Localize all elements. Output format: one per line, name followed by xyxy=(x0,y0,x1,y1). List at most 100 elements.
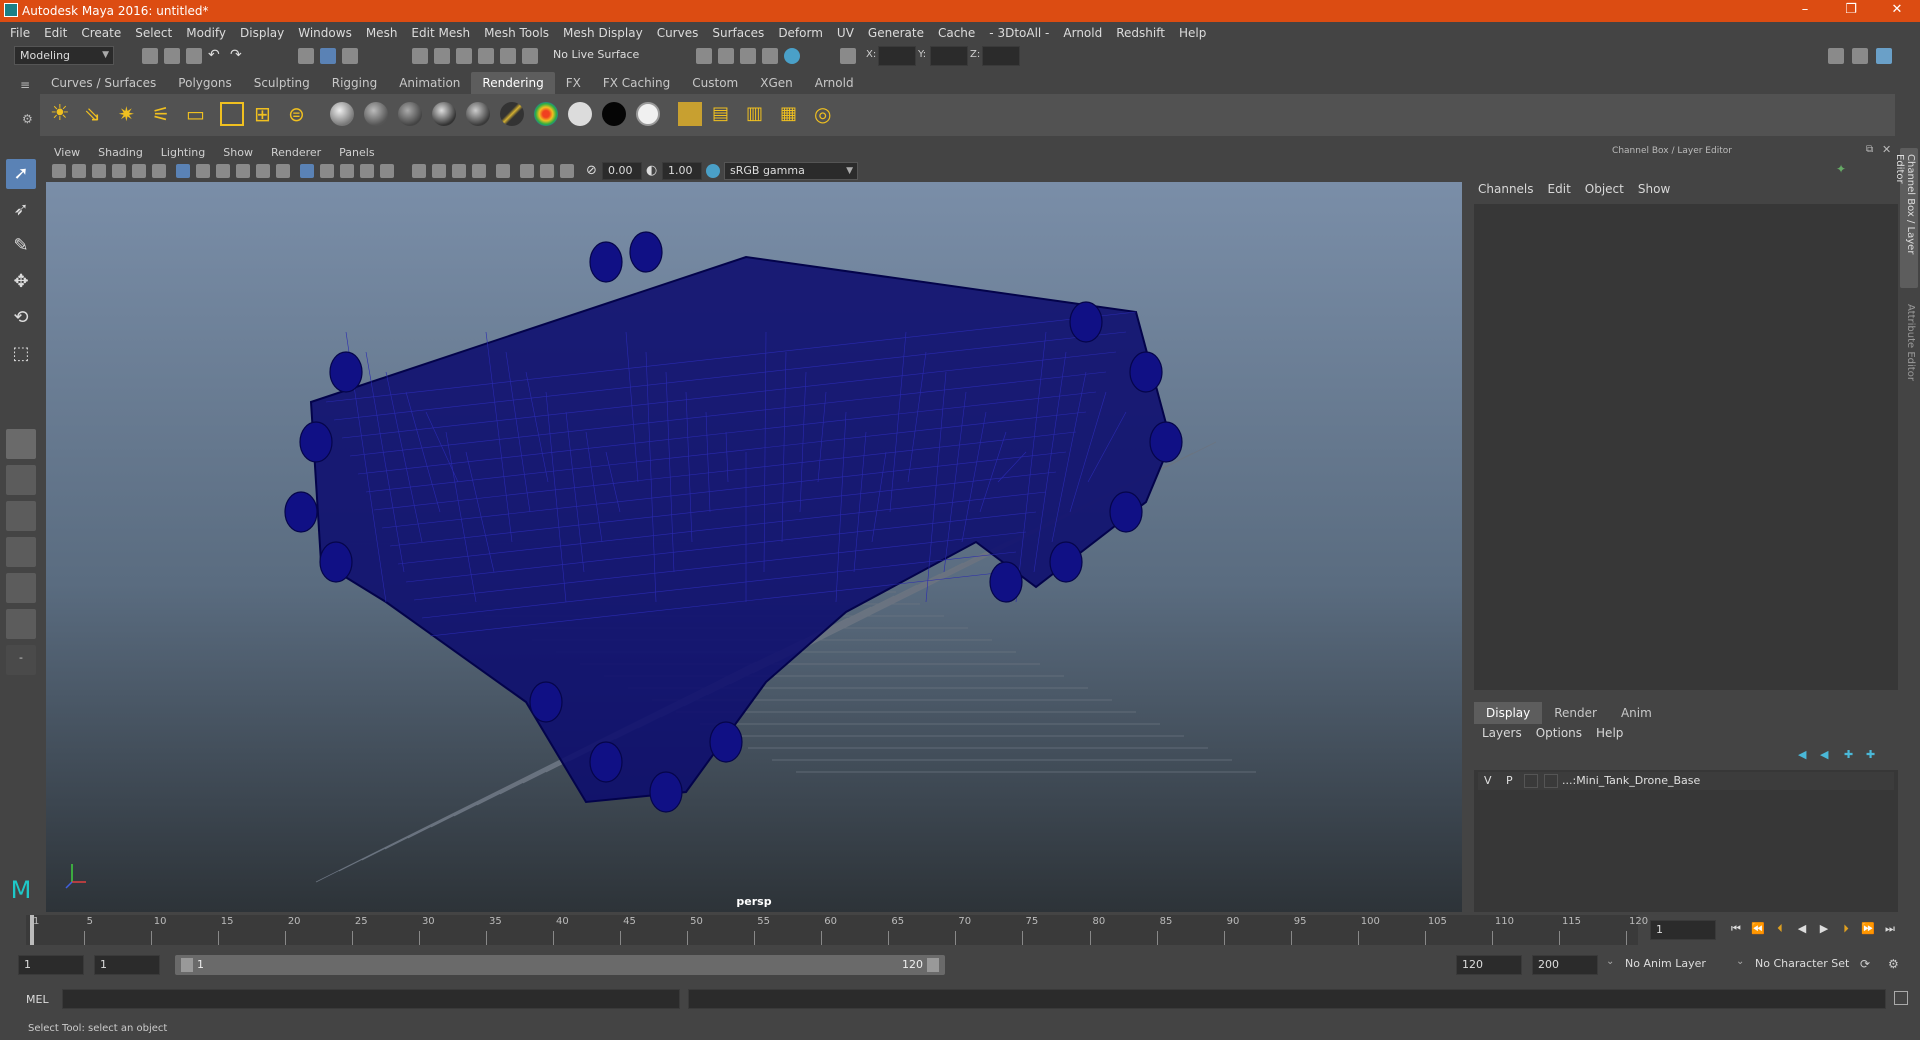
range-slider[interactable]: 1 120 xyxy=(175,955,945,975)
camera-icon[interactable] xyxy=(52,164,66,178)
isolate-select-icon[interactable] xyxy=(496,164,510,178)
range-end-handle[interactable] xyxy=(927,958,939,972)
blinn-material-icon[interactable] xyxy=(330,102,354,126)
persp-outliner-layout-icon[interactable] xyxy=(6,501,36,531)
layer-menu-help[interactable]: Help xyxy=(1596,726,1623,740)
play-forward-icon[interactable]: ▶ xyxy=(1813,922,1835,936)
playback-end-field[interactable]: 120 xyxy=(1456,955,1522,975)
shelf-tab-animation[interactable]: Animation xyxy=(388,72,471,94)
four-view-layout-icon[interactable] xyxy=(6,465,36,495)
magnet-icon[interactable] xyxy=(522,48,538,64)
channel-box-option-icon[interactable]: ✦ xyxy=(1836,162,1852,178)
open-scene-icon[interactable] xyxy=(164,48,180,64)
menu-edit[interactable]: Edit xyxy=(44,26,67,40)
smooth-shade-icon[interactable] xyxy=(320,164,334,178)
film-gate-icon[interactable] xyxy=(196,164,210,178)
anisotropic-material-icon[interactable] xyxy=(466,102,490,126)
cb-menu-object[interactable]: Object xyxy=(1585,182,1624,196)
xray-components-icon[interactable] xyxy=(560,164,574,178)
menu-set-dropdown[interactable]: Modeling ▼ xyxy=(14,46,114,65)
wireframe-icon[interactable] xyxy=(300,164,314,178)
command-language-label[interactable]: MEL xyxy=(26,993,49,1006)
select-component-icon[interactable] xyxy=(342,48,358,64)
menu-curves[interactable]: Curves xyxy=(657,26,699,40)
new-layer-from-selection-icon[interactable]: ✚ xyxy=(1866,748,1882,764)
attribute-editor-toggle-icon[interactable] xyxy=(1852,48,1868,64)
image-plane-icon[interactable] xyxy=(112,164,126,178)
layer-tab-display[interactable]: Display xyxy=(1474,702,1543,724)
x-coord-field[interactable] xyxy=(878,46,916,66)
render-target-icon[interactable]: ◎ xyxy=(814,102,838,126)
viewport-menu-renderer[interactable]: Renderer xyxy=(271,146,321,159)
side-tab-attribute-editor[interactable]: Attribute Editor xyxy=(1900,298,1918,398)
viewport-menu-lighting[interactable]: Lighting xyxy=(161,146,205,159)
auto-key-icon[interactable]: ⟳ xyxy=(1860,957,1876,973)
save-scene-icon[interactable] xyxy=(186,48,202,64)
menu-modify[interactable]: Modify xyxy=(186,26,226,40)
shelf-tab-polygons[interactable]: Polygons xyxy=(167,72,242,94)
layer-menu-options[interactable]: Options xyxy=(1536,726,1582,740)
z-coord-field[interactable] xyxy=(982,46,1020,66)
exposure-field[interactable]: 0.00 xyxy=(602,162,642,180)
render-settings-shelf-icon[interactable] xyxy=(678,102,702,126)
play-backward-icon[interactable]: ◀ xyxy=(1791,922,1813,936)
shelf-tab-arnold[interactable]: Arnold xyxy=(804,72,865,94)
shelf-tab-fx-caching[interactable]: FX Caching xyxy=(592,72,681,94)
rotate-tool-icon[interactable]: ⟲ xyxy=(6,303,36,333)
cb-menu-channels[interactable]: Channels xyxy=(1478,182,1534,196)
lambert-material-icon[interactable] xyxy=(364,102,388,126)
range-start-handle[interactable] xyxy=(181,958,193,972)
menu-deform[interactable]: Deform xyxy=(778,26,823,40)
snap-surface-icon[interactable] xyxy=(500,48,516,64)
current-frame-field[interactable]: 1 xyxy=(1650,920,1716,940)
perspective-viewport[interactable]: persp xyxy=(46,182,1462,912)
gamma-field[interactable]: 1.00 xyxy=(662,162,702,180)
viewport-menu-shading[interactable]: Shading xyxy=(98,146,143,159)
shadows-icon[interactable] xyxy=(412,164,426,178)
menu-display[interactable]: Display xyxy=(240,26,284,40)
layer-visibility-toggle[interactable]: V xyxy=(1484,774,1492,787)
layer-type-toggle[interactable] xyxy=(1524,774,1538,788)
redo-icon[interactable]: ↷ xyxy=(230,47,246,63)
menu-redshift[interactable]: Redshift xyxy=(1116,26,1165,40)
directional-light-icon[interactable]: ⇘ xyxy=(84,102,108,126)
menu-mesh-tools[interactable]: Mesh Tools xyxy=(484,26,549,40)
snap-point-icon[interactable] xyxy=(456,48,472,64)
live-surface-field[interactable]: No Live Surface xyxy=(548,46,648,65)
render-current-frame-icon[interactable]: ▤ xyxy=(712,102,736,126)
render-frame-icon[interactable] xyxy=(718,48,734,64)
ramp-shader-icon[interactable] xyxy=(534,102,558,126)
scale-tool-icon[interactable]: ⬚ xyxy=(6,339,36,369)
hypershade-icon[interactable] xyxy=(784,48,800,64)
anti-aliasing-icon[interactable] xyxy=(472,164,486,178)
volume-light-icon[interactable] xyxy=(220,102,244,126)
shelf-menu-icon[interactable]: ≡ xyxy=(20,78,36,94)
single-perspective-layout-icon[interactable] xyxy=(6,429,36,459)
shelf-tab-rigging[interactable]: Rigging xyxy=(321,72,388,94)
phonge-material-icon[interactable] xyxy=(432,102,456,126)
scene-end-field[interactable]: 200 xyxy=(1532,955,1598,975)
current-time-indicator[interactable] xyxy=(30,915,34,945)
layer-row[interactable]: V P ...:Mini_Tank_Drone_Base xyxy=(1478,772,1894,790)
chevron-down-icon[interactable]: ⌄ xyxy=(1736,956,1744,967)
step-back-frame-icon[interactable]: ⏴ xyxy=(1769,922,1791,936)
menu-windows[interactable]: Windows xyxy=(298,26,352,40)
select-hierarchy-icon[interactable] xyxy=(298,48,314,64)
go-to-end-icon[interactable]: ⏭ xyxy=(1879,922,1901,936)
menu-edit-mesh[interactable]: Edit Mesh xyxy=(411,26,470,40)
close-button[interactable]: ✕ xyxy=(1874,0,1920,22)
xray-icon[interactable] xyxy=(520,164,534,178)
lasso-tool-icon[interactable]: ➶ xyxy=(6,195,36,225)
light-linking-icon[interactable]: ⊜ xyxy=(288,102,312,126)
textured-icon[interactable] xyxy=(360,164,374,178)
menu-cache[interactable]: Cache xyxy=(938,26,975,40)
minimize-button[interactable]: – xyxy=(1782,0,1828,22)
undo-icon[interactable]: ↶ xyxy=(208,47,224,63)
camera-attributes-icon[interactable] xyxy=(72,164,86,178)
ambient-light-icon[interactable]: ☀ xyxy=(50,102,74,126)
menu-arnold[interactable]: Arnold xyxy=(1063,26,1102,40)
viewport-menu-show[interactable]: Show xyxy=(223,146,253,159)
bookmark-icon[interactable] xyxy=(92,164,106,178)
shelf-tab-rendering[interactable]: Rendering xyxy=(471,72,555,94)
select-object-icon[interactable] xyxy=(320,48,336,64)
